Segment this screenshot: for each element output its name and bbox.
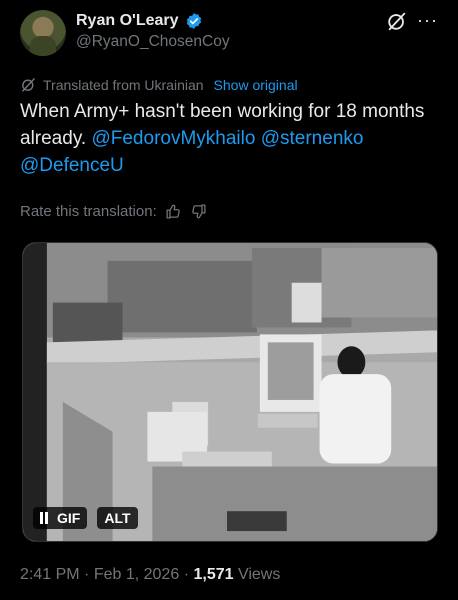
- more-options-icon[interactable]: ···: [417, 10, 438, 31]
- views-label: Views: [237, 566, 281, 583]
- gif-media[interactable]: GIF ALT: [22, 242, 438, 542]
- thumbs-up-icon[interactable]: [165, 203, 182, 220]
- tweet-text: When Army+ hasn't been working for 18 mo…: [20, 98, 440, 179]
- grok-icon[interactable]: [386, 10, 408, 32]
- mention-link[interactable]: @DefenceU: [20, 155, 124, 176]
- author-block: Ryan O'Leary @RyanO_ChosenCoy: [76, 12, 230, 51]
- rate-translation-label: Rate this translation:: [20, 203, 157, 220]
- views-count: 1,571: [193, 566, 234, 583]
- alt-badge[interactable]: ALT: [97, 507, 138, 529]
- translated-from-label: Translated from Ukrainian: [43, 76, 204, 93]
- thumbs-down-icon[interactable]: [190, 203, 207, 220]
- gif-badge[interactable]: GIF: [33, 507, 88, 529]
- mention-link[interactable]: @sternenko: [261, 128, 364, 149]
- author-name-row: Ryan O'Leary: [76, 12, 230, 30]
- alt-label: ALT: [104, 510, 131, 526]
- author-handle[interactable]: @RyanO_ChosenCoy: [76, 33, 230, 51]
- tweet-metadata: 2:41 PM · Feb 1, 2026 · 1,571 Views: [20, 566, 280, 584]
- tweet-time[interactable]: 2:41 PM: [20, 566, 80, 583]
- mention-link[interactable]: @FedorovMykhailo: [91, 128, 255, 149]
- author-name[interactable]: Ryan O'Leary: [76, 12, 179, 30]
- tweet-date[interactable]: Feb 1, 2026: [94, 566, 179, 583]
- media-badges: GIF ALT: [33, 507, 138, 529]
- translation-notice: Translated from Ukrainian Show original: [20, 76, 298, 93]
- rate-translation: Rate this translation:: [20, 203, 207, 220]
- separator-dot: ·: [183, 566, 194, 583]
- gif-label: GIF: [57, 510, 81, 526]
- verified-badge-icon: [186, 13, 201, 29]
- translate-icon: [22, 78, 35, 92]
- pause-icon[interactable]: [40, 512, 48, 524]
- office-cubicle-gif-frame: [23, 243, 437, 541]
- show-original-link[interactable]: Show original: [214, 77, 298, 93]
- author-avatar[interactable]: [20, 10, 66, 56]
- separator-dot: ·: [84, 566, 94, 583]
